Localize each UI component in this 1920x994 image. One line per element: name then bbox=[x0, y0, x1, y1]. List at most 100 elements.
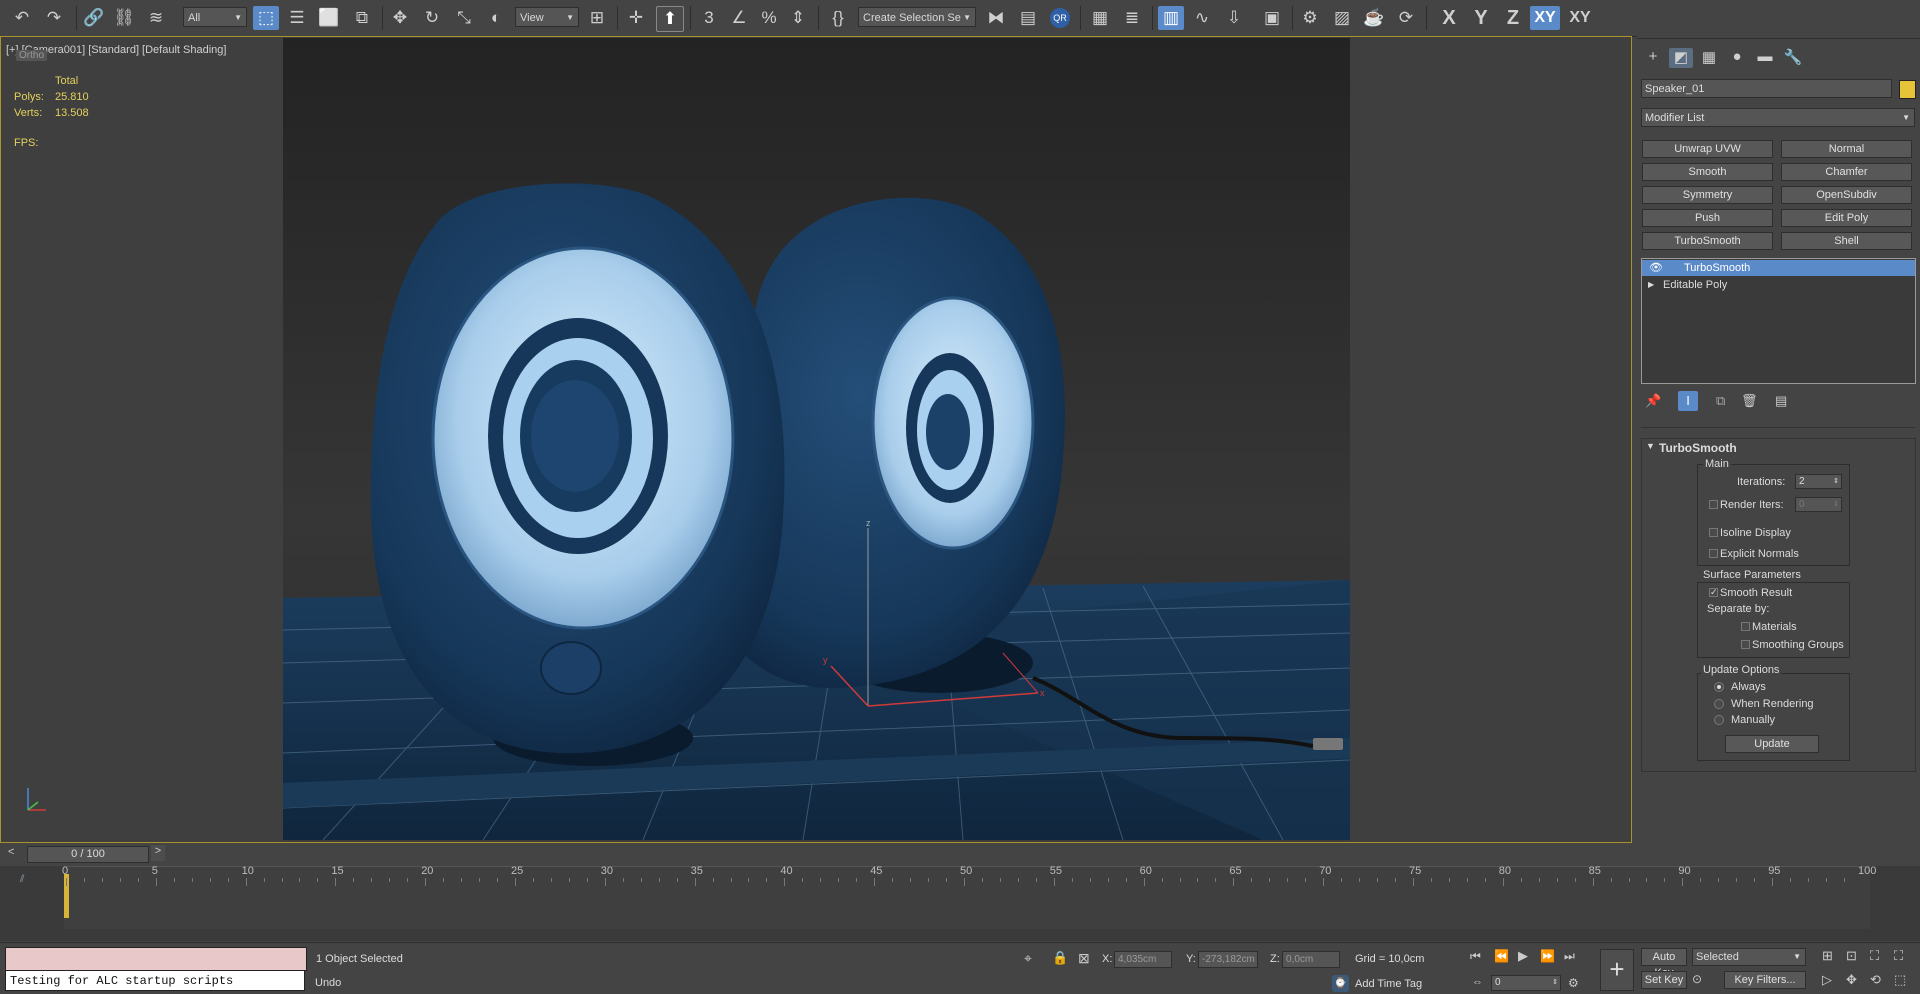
spinner-arrows-icon[interactable]: ⇕ bbox=[1833, 475, 1839, 488]
modifier-button[interactable]: Normal bbox=[1781, 140, 1912, 158]
curve-editor-icon[interactable]: ∿ bbox=[1190, 6, 1214, 30]
next-key-icon[interactable]: ⏩ bbox=[1540, 949, 1555, 963]
utilities-tab-icon[interactable]: 🔧 bbox=[1781, 48, 1805, 68]
rollout-collapse-icon[interactable]: ▼ bbox=[1646, 441, 1655, 451]
stack-item-editable-poly[interactable]: ▶ Editable Poly bbox=[1642, 277, 1915, 293]
update-button[interactable]: Update bbox=[1725, 735, 1819, 753]
key-selection-dropdown[interactable]: Selected ▼ bbox=[1692, 948, 1806, 966]
layer-explorer-icon[interactable]: ≣ bbox=[1120, 6, 1144, 30]
material-editor-icon[interactable]: ▣ bbox=[1260, 6, 1284, 30]
unlink-icon[interactable]: ⛓ bbox=[112, 6, 136, 30]
render-setup-icon[interactable]: ⚙ bbox=[1298, 6, 1322, 30]
scene-explorer-icon[interactable]: ▦ bbox=[1088, 6, 1112, 30]
isolate-selection-icon[interactable]: ⌖ bbox=[1024, 950, 1032, 967]
rotate-icon[interactable]: ↻ bbox=[420, 6, 444, 30]
object-color-swatch[interactable] bbox=[1899, 80, 1916, 99]
maxscript-listener-input[interactable]: Testing for ALC startup scripts bbox=[5, 970, 305, 991]
rendered-frame-window-icon[interactable]: ▨ bbox=[1330, 6, 1354, 30]
show-end-result-icon[interactable]: I bbox=[1678, 391, 1698, 411]
spinner-arrows-icon[interactable]: ⇕ bbox=[1833, 498, 1839, 511]
maxscript-listener-output[interactable] bbox=[5, 947, 307, 971]
spinner-snap-icon[interactable]: ⇕ bbox=[786, 6, 810, 30]
modifier-button[interactable]: Edit Poly bbox=[1781, 209, 1912, 227]
previous-key-icon[interactable]: ⏪ bbox=[1494, 949, 1509, 963]
spinner-arrows-icon[interactable]: ⇕ bbox=[1552, 976, 1558, 990]
place-icon[interactable]: ◐ bbox=[484, 6, 508, 30]
stack-item-turbosmooth[interactable]: 👁 TurboSmooth bbox=[1642, 260, 1915, 276]
materials-checkbox[interactable] bbox=[1741, 622, 1750, 631]
select-by-name-icon[interactable]: ☰ bbox=[285, 6, 309, 30]
modifier-stack[interactable]: 👁 TurboSmooth ▶ Editable Poly bbox=[1641, 258, 1916, 384]
track-bar[interactable]: ⫽ 0 5 10 15 20 25 30 35 40 45 50 55 60 65 70 75 80 85 90 95… bbox=[0, 865, 1920, 941]
manually-radio[interactable] bbox=[1714, 715, 1724, 725]
move-icon[interactable]: ✥ bbox=[388, 6, 412, 30]
link-icon[interactable]: 🔗 bbox=[82, 6, 106, 30]
isoline-display-checkbox[interactable] bbox=[1709, 528, 1718, 537]
zoom-extents-icon[interactable]: ⛶ bbox=[1870, 948, 1879, 964]
set-keys-icon[interactable]: + bbox=[1600, 949, 1634, 991]
time-slider[interactable]: < 0 / 100 > bbox=[0, 845, 1920, 863]
modifier-button[interactable]: Symmetry bbox=[1642, 186, 1773, 204]
zoom-all-icon[interactable]: ⊡ bbox=[1846, 948, 1857, 964]
iterations-spinner[interactable]: 2 ⇕ bbox=[1795, 474, 1842, 489]
ribbon-toggle-icon[interactable]: ▥ bbox=[1158, 6, 1184, 30]
z-coord-field[interactable]: 0,0cm bbox=[1282, 951, 1340, 968]
axis-z-button[interactable]: Z bbox=[1502, 6, 1524, 30]
create-tab-icon[interactable]: + bbox=[1641, 48, 1665, 68]
smoothing-groups-checkbox[interactable] bbox=[1741, 640, 1750, 649]
smooth-result-checkbox[interactable]: ✓ bbox=[1709, 588, 1718, 597]
key-filters-button[interactable]: Key Filters... bbox=[1724, 971, 1806, 989]
zoom-icon[interactable]: ⊞ bbox=[1822, 948, 1833, 964]
zoom-extents-all-icon[interactable]: ⛶ bbox=[1894, 948, 1903, 964]
display-tab-icon[interactable]: ▬ bbox=[1753, 48, 1777, 68]
add-time-tag-button[interactable]: Add Time Tag bbox=[1355, 978, 1422, 990]
edit-named-selection-icon[interactable]: {} bbox=[826, 6, 850, 30]
camera-viewport-render[interactable]: z y x bbox=[283, 38, 1350, 840]
percent-snap-icon[interactable]: % bbox=[756, 6, 782, 30]
mirror-icon[interactable]: ⧓ bbox=[984, 6, 1008, 30]
modify-tab-icon[interactable]: ◩ bbox=[1669, 48, 1693, 68]
redo-icon[interactable]: ↷ bbox=[42, 6, 66, 30]
render-production-icon[interactable]: ☕ bbox=[1362, 6, 1386, 30]
modifier-list-dropdown[interactable]: Modifier List ▼ bbox=[1641, 108, 1915, 127]
modifier-button[interactable]: Push bbox=[1642, 209, 1773, 227]
set-key-button[interactable]: Set Key bbox=[1641, 971, 1687, 989]
axis-xy-button[interactable]: XY bbox=[1530, 6, 1560, 30]
bind-space-warp-icon[interactable]: ≋ bbox=[144, 6, 168, 30]
render-iterative-icon[interactable]: ⟳ bbox=[1394, 6, 1418, 30]
remove-modifier-icon[interactable]: 🗑 bbox=[1741, 393, 1758, 409]
schematic-view-icon[interactable]: ⇩ bbox=[1222, 6, 1246, 30]
absolute-mode-icon[interactable]: ⊠ bbox=[1078, 950, 1090, 967]
keyboard-shortcut-override-icon[interactable]: ⬆ bbox=[656, 6, 684, 32]
maximize-viewport-icon[interactable]: ⬚ bbox=[1894, 972, 1906, 988]
eye-icon[interactable]: 👁 bbox=[1649, 260, 1663, 276]
key-mode-toggle-icon[interactable]: ⇔ bbox=[1472, 976, 1483, 988]
select-object-icon[interactable]: ⬚ bbox=[253, 6, 279, 30]
align-icon[interactable]: ▤ bbox=[1016, 6, 1040, 30]
scale-icon[interactable]: ⤡ bbox=[452, 6, 476, 30]
selection-lock-icon[interactable]: 🔒 bbox=[1052, 950, 1068, 966]
render-iters-checkbox[interactable] bbox=[1709, 500, 1718, 509]
configure-modifier-sets-icon[interactable]: ▤ bbox=[1775, 393, 1787, 409]
time-configuration-icon[interactable]: ⚙ bbox=[1568, 976, 1579, 990]
speaker-left[interactable] bbox=[370, 183, 785, 766]
time-tag-icon[interactable]: ⌚ bbox=[1332, 975, 1349, 992]
render-iters-spinner[interactable]: 0 ⇕ bbox=[1795, 497, 1842, 512]
modifier-button[interactable]: OpenSubdiv bbox=[1781, 186, 1912, 204]
hierarchy-tab-icon[interactable]: ▦ bbox=[1697, 48, 1721, 68]
modifier-button[interactable]: Chamfer bbox=[1781, 163, 1912, 181]
expand-arrow-icon[interactable]: ▶ bbox=[1648, 277, 1654, 293]
previous-frame-icon[interactable]: < bbox=[8, 846, 14, 858]
orbit-icon[interactable]: ⟲ bbox=[1870, 972, 1881, 988]
object-name-field[interactable]: Speaker_01 bbox=[1641, 79, 1892, 98]
reference-coordinate-dropdown[interactable]: View ▼ bbox=[515, 7, 579, 27]
frame-counter[interactable]: 0 / 100 bbox=[27, 846, 149, 863]
rectangular-selection-icon[interactable]: ⬜ bbox=[317, 6, 341, 30]
when-rendering-radio[interactable] bbox=[1714, 699, 1724, 709]
explicit-normals-checkbox[interactable] bbox=[1709, 549, 1718, 558]
field-of-view-icon[interactable]: ▷ bbox=[1822, 972, 1832, 988]
axis-y-button[interactable]: Y bbox=[1470, 6, 1492, 30]
angle-snap-icon[interactable]: ∠ bbox=[726, 6, 752, 30]
auto-key-button[interactable]: Auto Key bbox=[1641, 948, 1687, 979]
snaps-toggle-icon[interactable]: 3 bbox=[696, 6, 722, 30]
